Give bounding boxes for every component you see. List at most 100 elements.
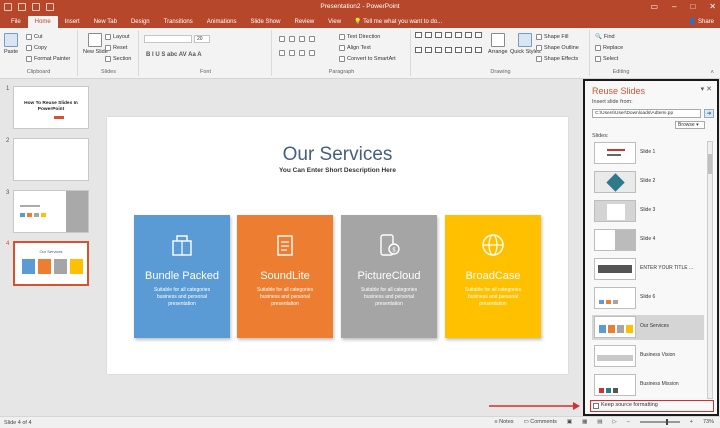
- reuse-slide-name: Slide 3: [640, 207, 656, 213]
- align-text-button[interactable]: Align Text: [339, 45, 371, 51]
- paste-button[interactable]: Paste: [4, 33, 18, 55]
- reuse-slide-item[interactable]: Slide 2: [592, 170, 704, 195]
- paragraph-label: Paragraph: [328, 69, 355, 75]
- thumb-number: 2: [6, 138, 10, 144]
- lightbulb-icon: 💡: [354, 19, 364, 25]
- reset-icon: [105, 45, 111, 51]
- scrollbar-thumb[interactable]: [708, 154, 712, 174]
- tab-animations[interactable]: Animations: [200, 16, 244, 28]
- service-card-broadcase[interactable]: BroadCase Suitable for all categories bu…: [445, 215, 541, 338]
- normal-view-icon[interactable]: ▣: [567, 419, 572, 425]
- magnifier-icon: 🔍: [595, 34, 602, 40]
- paragraph-list-buttons[interactable]: [279, 36, 315, 42]
- shape-effects-button[interactable]: Shape Effects: [536, 56, 578, 62]
- effects-icon: [536, 56, 542, 62]
- tab-transitions[interactable]: Transitions: [157, 16, 200, 28]
- zoom-in-icon[interactable]: +: [690, 419, 693, 425]
- tell-me-search[interactable]: 💡 Tell me what you want to do...: [348, 16, 442, 28]
- layout-button[interactable]: Layout: [105, 34, 130, 40]
- reset-button[interactable]: Reset: [105, 45, 127, 51]
- slide-sorter-icon[interactable]: ▦: [582, 419, 587, 425]
- tab-file[interactable]: File: [4, 16, 28, 28]
- slide-title[interactable]: Our Services: [107, 144, 568, 166]
- reuse-list-scrollbar[interactable]: [707, 141, 713, 399]
- cut-button[interactable]: Cut: [26, 34, 43, 40]
- tab-review[interactable]: Review: [287, 16, 321, 28]
- ribbon-options-icon[interactable]: ▭: [650, 2, 658, 11]
- collapse-ribbon-icon[interactable]: ˄: [710, 70, 714, 76]
- slide-thumbnail-3[interactable]: [13, 190, 89, 233]
- go-arrow-button[interactable]: ➜: [704, 109, 714, 118]
- share-button[interactable]: 👤 Share: [689, 16, 714, 28]
- insert-from-label: Insert slide from:: [592, 99, 633, 105]
- replace-button[interactable]: Replace: [595, 45, 623, 51]
- text-direction-button[interactable]: Text Direction: [339, 34, 380, 40]
- maximize-icon[interactable]: □: [690, 2, 695, 11]
- minimize-icon[interactable]: –: [672, 2, 676, 11]
- slides-label: Slides: [101, 69, 116, 75]
- notes-button[interactable]: ≡ Notes: [494, 419, 513, 425]
- service-card-soundlite[interactable]: SoundLite Suitable for all categories bu…: [237, 215, 333, 338]
- slide-subtitle[interactable]: You Can Enter Short Description Here: [107, 167, 568, 174]
- slide-canvas[interactable]: Our Services You Can Enter Short Descrip…: [107, 117, 568, 374]
- bullets-icon: [279, 36, 285, 42]
- tab-slide-show[interactable]: Slide Show: [243, 16, 287, 28]
- tab-new-tab[interactable]: New Tab: [87, 16, 124, 28]
- font-name-dropdown[interactable]: [144, 35, 192, 43]
- align-text-icon: [339, 45, 345, 51]
- cursor-icon: [595, 56, 601, 62]
- close-pane-icon[interactable]: ✕: [706, 86, 712, 93]
- slides-list-label: Slides:: [592, 133, 609, 139]
- reuse-pane-title: Reuse Slides: [592, 86, 646, 96]
- reuse-slide-item[interactable]: Business Mission: [592, 373, 704, 398]
- smartart-button[interactable]: Convert to SmartArt: [339, 56, 396, 62]
- slideshow-icon[interactable]: ▷: [612, 419, 616, 425]
- slide-thumbnail-1[interactable]: How To Reuse Slides In PowerPoint: [13, 86, 89, 129]
- keep-formatting-checkbox[interactable]: [593, 403, 599, 409]
- section-button[interactable]: Section: [105, 56, 131, 62]
- find-button[interactable]: 🔍 Find: [595, 34, 615, 40]
- browse-button[interactable]: Browse ▾: [675, 121, 705, 129]
- service-card-picturecloud[interactable]: $ PictureCloud Suitable for all categori…: [341, 215, 437, 338]
- zoom-slider[interactable]: [639, 419, 680, 425]
- font-group: 20 B I U S abc AV Aa A Font: [140, 30, 272, 76]
- keep-source-formatting-option[interactable]: Keep source formatting: [590, 400, 714, 412]
- pane-options-icon[interactable]: ▾: [701, 86, 705, 93]
- tab-home[interactable]: Home: [27, 16, 58, 28]
- zoom-level[interactable]: 73%: [703, 419, 714, 425]
- shape-fill-button[interactable]: Shape Fill: [536, 34, 568, 40]
- card-title: SoundLite: [260, 270, 310, 282]
- shapes-gallery[interactable]: [415, 32, 482, 60]
- comments-button[interactable]: ▭ Comments: [524, 419, 557, 425]
- thumb-title: Our Services: [39, 249, 63, 254]
- reuse-slide-item-selected[interactable]: Our Services: [592, 315, 704, 340]
- copy-button[interactable]: Copy: [26, 45, 47, 51]
- tab-insert[interactable]: Insert: [58, 16, 87, 28]
- tab-design[interactable]: Design: [124, 16, 157, 28]
- service-card-bundle-packed[interactable]: Bundle Packed Suitable for all categorie…: [134, 215, 230, 338]
- reading-view-icon[interactable]: ▤: [597, 419, 602, 425]
- font-format-buttons[interactable]: B I U S abc AV Aa A: [146, 52, 202, 58]
- reuse-slide-item[interactable]: ENTER YOUR TITLE ...: [592, 257, 704, 282]
- reuse-slide-item[interactable]: Business Vision: [592, 344, 704, 369]
- file-path-input[interactable]: C:\Users\User\Downloads\Adtemi.pp: [592, 109, 701, 118]
- reuse-slide-item[interactable]: Slide 3: [592, 199, 704, 224]
- font-size-dropdown[interactable]: 20: [194, 35, 210, 43]
- section-icon: [105, 56, 111, 62]
- format-painter-button[interactable]: Format Painter: [26, 56, 70, 62]
- zoom-out-icon[interactable]: –: [627, 419, 630, 425]
- status-bar: Slide 4 of 4 ≡ Notes ▭ Comments ▣ ▦ ▤ ▷ …: [0, 416, 720, 428]
- shape-outline-button[interactable]: Shape Outline: [536, 45, 579, 51]
- slide-thumbnail-2[interactable]: [13, 138, 89, 181]
- globe-icon: [482, 234, 504, 256]
- mobile-money-icon: $: [380, 234, 400, 256]
- reuse-slide-item[interactable]: Slide 4: [592, 228, 704, 253]
- slide-thumbnail-4[interactable]: Our Services: [13, 241, 89, 286]
- tab-view[interactable]: View: [321, 16, 348, 28]
- reuse-slide-item[interactable]: Slide 1: [592, 141, 704, 166]
- arrange-button[interactable]: Arrange: [488, 33, 508, 55]
- reuse-slide-item[interactable]: Slide 6: [592, 286, 704, 311]
- select-button[interactable]: Select: [595, 56, 618, 62]
- paragraph-align-buttons[interactable]: [279, 50, 315, 56]
- close-icon[interactable]: ✕: [709, 2, 716, 11]
